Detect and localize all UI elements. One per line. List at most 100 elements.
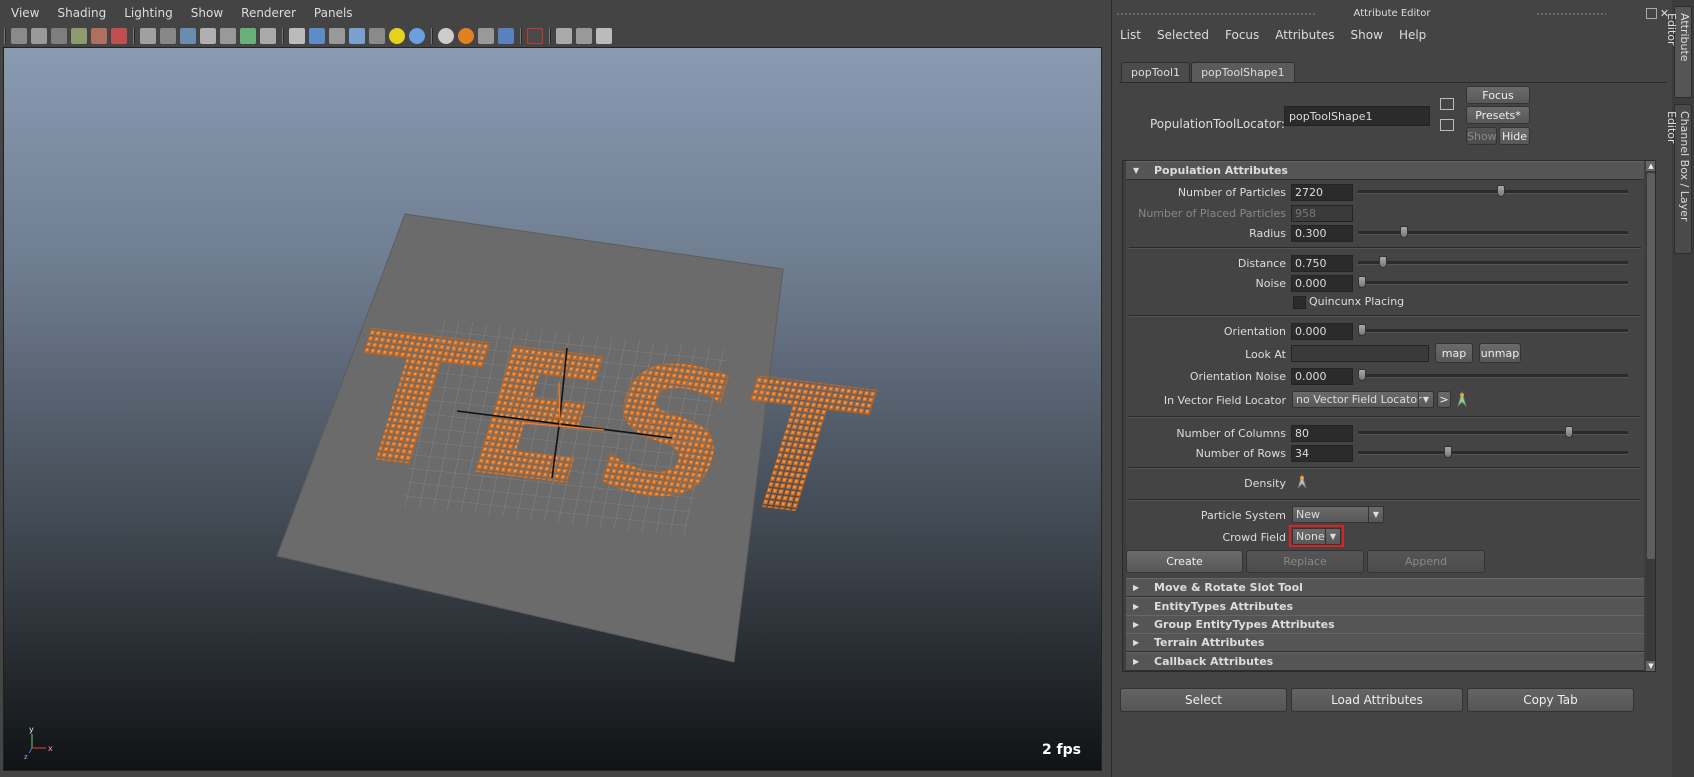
camera-attributes-icon[interactable] xyxy=(31,28,47,44)
slider-handle[interactable] xyxy=(1564,426,1573,438)
menu-shading[interactable]: Shading xyxy=(48,6,115,20)
section-callback-attributes[interactable]: ▶ Callback Attributes xyxy=(1126,652,1644,671)
look-at-field[interactable] xyxy=(1291,345,1429,362)
orientation-slider[interactable] xyxy=(1358,329,1628,333)
tab-poptool1[interactable]: popTool1 xyxy=(1121,62,1191,82)
section-entitytypes-attributes[interactable]: ▶ EntityTypes Attributes xyxy=(1126,597,1644,616)
grease-pencil-icon[interactable] xyxy=(91,28,107,44)
radius-field[interactable]: 0.300 xyxy=(1291,225,1353,242)
gate-mask-icon[interactable] xyxy=(200,28,216,44)
scroll-up-icon[interactable]: ▲ xyxy=(1646,161,1655,171)
grid-icon[interactable] xyxy=(140,28,156,44)
side-tab-attribute-editor[interactable]: Attribute Editor xyxy=(1665,6,1692,98)
menu-view[interactable]: View xyxy=(0,6,48,20)
bookmark-icon[interactable] xyxy=(51,28,67,44)
shadows-icon[interactable] xyxy=(438,28,454,44)
distance-slider[interactable] xyxy=(1358,261,1628,265)
map-button[interactable]: map xyxy=(1435,343,1473,363)
wireframe-icon[interactable] xyxy=(289,28,305,44)
slider-handle[interactable] xyxy=(1378,256,1387,268)
slider-handle[interactable] xyxy=(1399,226,1408,238)
input-connection-icon[interactable] xyxy=(1440,98,1454,110)
stereo-icon[interactable] xyxy=(596,28,612,44)
menu-selected[interactable]: Selected xyxy=(1149,28,1217,42)
radius-slider[interactable] xyxy=(1358,231,1628,235)
camera-icon[interactable] xyxy=(556,28,572,44)
xray-icon[interactable] xyxy=(349,28,365,44)
resolution-gate-icon[interactable] xyxy=(180,28,196,44)
select-button[interactable]: Select xyxy=(1120,688,1287,712)
slider-handle[interactable] xyxy=(1358,276,1366,288)
number-of-columns-field[interactable]: 80 xyxy=(1291,425,1353,442)
show-button[interactable]: Show xyxy=(1466,127,1497,145)
vector-field-locator-icon[interactable] xyxy=(1454,390,1470,408)
output-connection-icon[interactable] xyxy=(1440,119,1454,131)
distance-field[interactable]: 0.750 xyxy=(1291,255,1353,272)
menu-focus[interactable]: Focus xyxy=(1217,28,1267,42)
number-of-rows-field[interactable]: 34 xyxy=(1291,445,1353,462)
safe-title-icon[interactable] xyxy=(260,28,276,44)
attribute-editor-titlebar[interactable]: Attribute Editor ✕ xyxy=(1112,0,1672,22)
quincunx-checkbox[interactable] xyxy=(1293,296,1306,309)
section-population-attributes[interactable]: ▼ Population Attributes xyxy=(1126,161,1644,180)
focus-button[interactable]: Focus xyxy=(1466,86,1530,104)
smooth-shade-icon[interactable] xyxy=(309,28,325,44)
vector-field-go-button[interactable]: > xyxy=(1437,391,1451,408)
menu-show[interactable]: Show xyxy=(182,6,232,20)
section-terrain-attributes[interactable]: ▶ Terrain Attributes xyxy=(1126,633,1644,652)
field-chart-icon[interactable] xyxy=(220,28,236,44)
section-move-rotate-slot-tool[interactable]: ▶ Move & Rotate Slot Tool xyxy=(1126,578,1644,597)
slider-handle[interactable] xyxy=(1358,369,1366,381)
copy-tab-button[interactable]: Copy Tab xyxy=(1467,688,1634,712)
vertical-scrollbar[interactable]: ▲ ▼ xyxy=(1646,161,1655,671)
particle-system-dropdown[interactable]: New ▼ xyxy=(1292,506,1384,523)
number-of-particles-slider[interactable] xyxy=(1358,190,1628,194)
vector-field-dropdown[interactable]: no Vector Field Locator ▼ xyxy=(1292,391,1434,408)
film-gate-icon[interactable] xyxy=(160,28,176,44)
safe-action-icon[interactable] xyxy=(240,28,256,44)
noise-slider[interactable] xyxy=(1358,281,1628,285)
replace-button[interactable]: Replace xyxy=(1246,550,1364,573)
select-camera-icon[interactable] xyxy=(11,28,27,44)
create-button[interactable]: Create xyxy=(1126,550,1243,573)
load-attributes-button[interactable]: Load Attributes xyxy=(1291,688,1463,712)
node-name-field[interactable]: popToolShape1 xyxy=(1284,106,1430,126)
slider-handle[interactable] xyxy=(1358,324,1366,336)
menu-renderer[interactable]: Renderer xyxy=(232,6,305,20)
tab-poptoolshape1[interactable]: popToolShape1 xyxy=(1191,62,1295,82)
menu-panels[interactable]: Panels xyxy=(305,6,362,20)
slider-handle[interactable] xyxy=(1444,446,1453,458)
number-of-rows-slider[interactable] xyxy=(1358,451,1628,455)
orientation-field[interactable]: 0.000 xyxy=(1291,323,1353,340)
default-light-icon[interactable] xyxy=(389,28,405,44)
menu-lighting[interactable]: Lighting xyxy=(115,6,182,20)
all-lights-icon[interactable] xyxy=(409,28,425,44)
slider-handle[interactable] xyxy=(1496,185,1505,197)
pen-tool-icon[interactable] xyxy=(111,28,127,44)
append-button[interactable]: Append xyxy=(1367,550,1485,573)
menu-list[interactable]: List xyxy=(1112,28,1149,42)
presets-button[interactable]: Presets* xyxy=(1466,106,1530,124)
menu-help[interactable]: Help xyxy=(1391,28,1434,42)
orientation-noise-slider[interactable] xyxy=(1358,374,1628,378)
hide-button[interactable]: Hide xyxy=(1499,127,1530,145)
number-of-columns-slider[interactable] xyxy=(1358,431,1628,435)
wireframe-on-shaded-icon[interactable] xyxy=(329,28,345,44)
section-group-entitytypes-attributes[interactable]: ▶ Group EntityTypes Attributes xyxy=(1126,615,1644,634)
crowd-field-dropdown[interactable]: None ▼ xyxy=(1292,528,1341,545)
float-panel-icon[interactable] xyxy=(1646,8,1657,19)
unmap-button[interactable]: unmap xyxy=(1479,343,1521,363)
multi-view-icon[interactable] xyxy=(576,28,592,44)
screen-space-ao-icon[interactable] xyxy=(458,28,474,44)
textured-icon[interactable] xyxy=(369,28,385,44)
scroll-down-icon[interactable]: ▼ xyxy=(1646,661,1655,671)
menu-show[interactable]: Show xyxy=(1343,28,1391,42)
menu-attributes[interactable]: Attributes xyxy=(1267,28,1342,42)
attributes-scroll-area[interactable]: ▼ Population Attributes Number of Partic… xyxy=(1122,160,1656,672)
density-map-icon[interactable] xyxy=(1294,473,1310,491)
3d-viewport[interactable]: TEST y x z 2 fps xyxy=(3,47,1102,771)
isolate-select-icon[interactable] xyxy=(527,28,543,44)
anti-aliasing-icon[interactable] xyxy=(498,28,514,44)
orientation-noise-field[interactable]: 0.000 xyxy=(1291,368,1353,385)
noise-field[interactable]: 0.000 xyxy=(1291,275,1353,292)
